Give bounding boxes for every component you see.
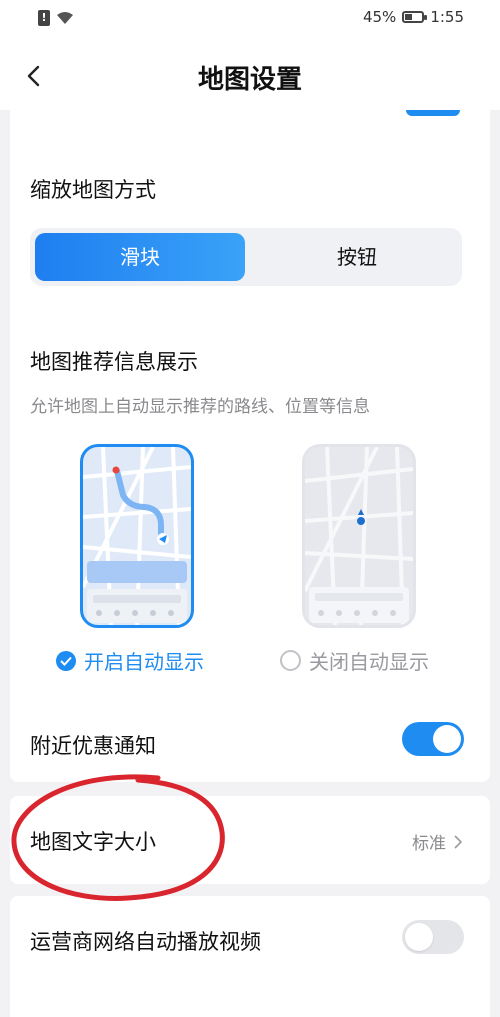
option-auto-show-on[interactable]: 开启自动显示 <box>56 646 204 675</box>
toggle-knob <box>433 725 461 753</box>
check-circle-icon <box>56 650 76 671</box>
option-off-label: 关闭自动显示 <box>309 650 429 674</box>
preview-auto-show-off[interactable] <box>302 444 416 628</box>
font-size-current: 标准 <box>412 834 446 854</box>
map-preview-off-illustration <box>305 447 413 625</box>
chevron-right-icon <box>454 834 462 849</box>
recommend-title: 地图推荐信息展示 <box>30 350 198 374</box>
wifi-icon <box>57 12 73 24</box>
map-preview-on-illustration <box>83 447 191 625</box>
segment-slider[interactable]: 滑块 <box>35 233 245 281</box>
recommend-description: 允许地图上自动显示推荐的路线、位置等信息 <box>30 397 370 417</box>
settings-card: 缩放地图方式 滑块 按钮 地图推荐信息展示 允许地图上自动显示推荐的路线、位置等… <box>10 110 490 782</box>
status-right: 45% 1:55 <box>363 8 464 26</box>
radio-empty-icon <box>280 650 301 671</box>
partial-toggle[interactable] <box>406 110 460 116</box>
font-size-label: 地图文字大小 <box>30 830 156 854</box>
option-auto-show-off[interactable]: 关闭自动显示 <box>280 646 429 675</box>
zoom-method-title: 缩放地图方式 <box>30 178 156 202</box>
carrier-video-label: 运营商网络自动播放视频 <box>30 930 261 954</box>
battery-icon <box>402 11 428 23</box>
carrier-video-row: 运营商网络自动播放视频 <box>10 896 490 1017</box>
preview-auto-show-on[interactable] <box>80 444 194 628</box>
segment-button[interactable]: 按钮 <box>252 233 462 281</box>
sim-alert-icon: ! <box>38 10 50 26</box>
font-size-row[interactable]: 地图文字大小 标准 <box>10 796 490 884</box>
nearby-deals-label: 附近优惠通知 <box>30 734 156 758</box>
font-size-value: 标准 <box>412 829 462 854</box>
page-title: 地图设置 <box>197 65 302 95</box>
option-on-label: 开启自动显示 <box>84 650 204 674</box>
carrier-video-toggle[interactable] <box>402 920 464 954</box>
battery-percent: 45% <box>362 8 397 26</box>
status-left: ! <box>38 10 74 26</box>
clock: 1:55 <box>430 8 464 26</box>
nearby-deals-toggle[interactable] <box>402 722 464 756</box>
battery-fill <box>405 14 413 20</box>
status-bar: ! 45% 1:55 <box>0 0 500 40</box>
zoom-method-segmented-control: 滑块 按钮 <box>30 228 462 286</box>
toggle-knob <box>405 923 433 951</box>
header: 地图设置 <box>0 40 500 110</box>
